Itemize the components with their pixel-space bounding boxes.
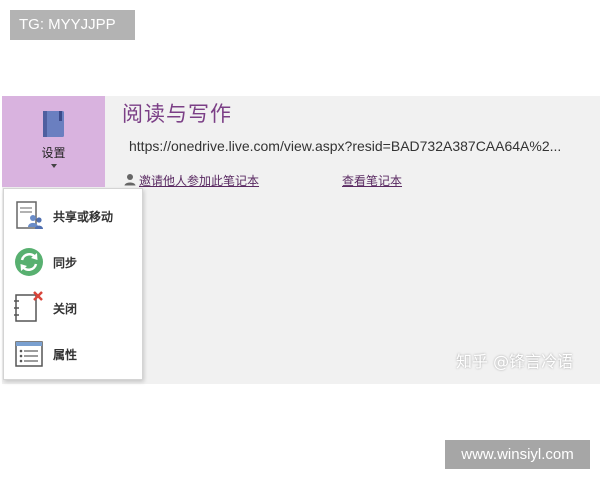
settings-menu: 共享或移动 同步 关闭 属性 xyxy=(3,188,143,380)
watermark-site: www.winsiyl.com xyxy=(445,440,590,469)
menu-item-share-move[interactable]: 共享或移动 xyxy=(4,193,142,239)
notebook-url: https://onedrive.live.com/view.aspx?resi… xyxy=(129,138,562,154)
chevron-down-icon xyxy=(51,164,57,168)
share-move-icon xyxy=(12,199,46,233)
settings-button[interactable]: 设置 xyxy=(2,96,105,187)
properties-icon xyxy=(12,337,46,371)
settings-label: 设置 xyxy=(41,146,66,160)
view-notebook-link[interactable]: 查看笔记本 xyxy=(342,172,402,189)
menu-item-sync[interactable]: 同步 xyxy=(4,239,142,285)
invite-label: 邀请他人参加此笔记本 xyxy=(139,174,260,188)
watermark-tg: TG: MYYJJPP xyxy=(10,10,135,40)
sync-icon xyxy=(12,245,46,279)
menu-label-sync: 同步 xyxy=(53,256,78,270)
menu-label-share-move: 共享或移动 xyxy=(53,210,114,224)
notebook-title: 阅读与写作 xyxy=(122,102,232,126)
menu-item-close[interactable]: 关闭 xyxy=(4,285,142,331)
menu-label-properties: 属性 xyxy=(53,348,78,362)
invite-link[interactable]: 邀请他人参加此笔记本 xyxy=(124,172,259,189)
close-notebook-icon xyxy=(12,291,46,325)
menu-label-close: 关闭 xyxy=(53,302,78,316)
notebook-icon xyxy=(41,110,66,142)
menu-item-properties[interactable]: 属性 xyxy=(4,331,142,377)
watermark-zhihu: 知乎 @锋言冷语 xyxy=(456,352,574,371)
person-icon xyxy=(124,173,136,189)
